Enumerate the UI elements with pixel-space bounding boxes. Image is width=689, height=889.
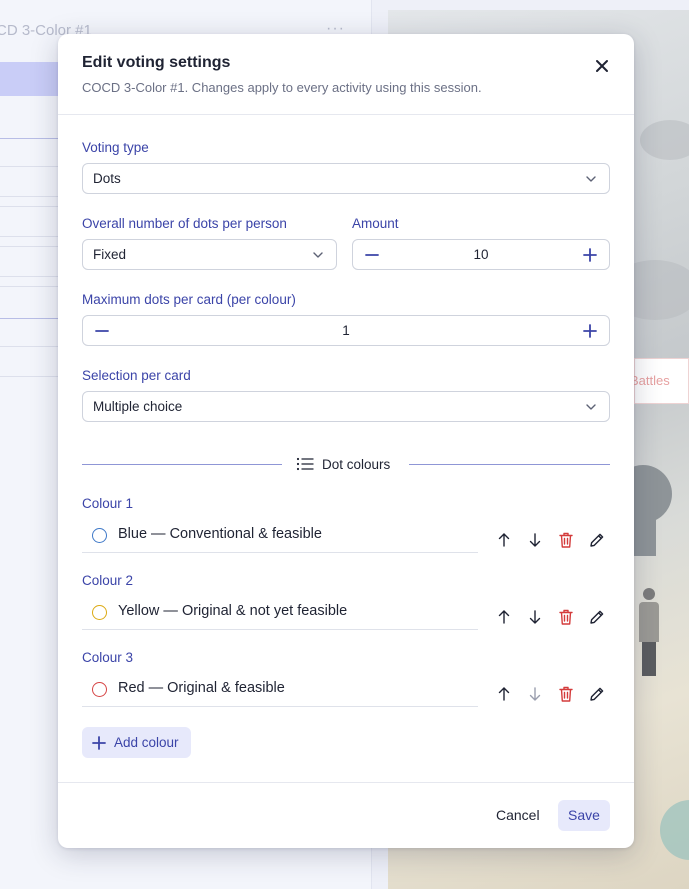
colour-3-name: Red — Original & feasible bbox=[118, 680, 285, 696]
selection-label: Selection per card bbox=[82, 368, 191, 383]
add-colour-label: Add colour bbox=[114, 735, 179, 750]
edit-button[interactable] bbox=[581, 682, 612, 706]
arrow-up-icon bbox=[498, 533, 509, 547]
max-dots-increment-button[interactable] bbox=[581, 322, 599, 340]
colour-3-actions bbox=[488, 682, 612, 706]
blue-dot-icon bbox=[92, 528, 107, 543]
dot-colours-label: Dot colours bbox=[322, 456, 391, 472]
modal-footer: Cancel Save bbox=[58, 782, 634, 848]
add-colour-button[interactable]: Add colour bbox=[82, 727, 191, 758]
plus-icon bbox=[583, 248, 597, 262]
pencil-icon bbox=[589, 533, 603, 547]
colour-2-label: Colour 2 bbox=[82, 573, 134, 588]
background-person bbox=[638, 588, 660, 678]
modal-header: Edit voting settings COCD 3-Color #1. Ch… bbox=[58, 34, 634, 115]
selection-value: Multiple choice bbox=[93, 399, 183, 414]
edit-button[interactable] bbox=[581, 605, 612, 629]
plus-icon bbox=[583, 324, 597, 338]
selection-select[interactable]: Multiple choice bbox=[82, 391, 610, 422]
move-up-button[interactable] bbox=[488, 605, 519, 629]
colour-1-label: Colour 1 bbox=[82, 496, 134, 511]
section-divider bbox=[409, 464, 610, 465]
dot-colours-heading: Dot colours bbox=[296, 456, 390, 472]
trash-icon bbox=[558, 609, 573, 625]
colour-2-actions bbox=[488, 605, 612, 629]
edit-button[interactable] bbox=[581, 528, 612, 552]
dots-per-person-label: Overall number of dots per person bbox=[82, 216, 287, 231]
move-up-button[interactable] bbox=[488, 682, 519, 706]
colour-1-actions bbox=[488, 528, 612, 552]
yellow-dot-icon bbox=[92, 605, 107, 620]
edit-voting-settings-modal: Edit voting settings COCD 3-Color #1. Ch… bbox=[58, 34, 634, 848]
arrow-up-icon bbox=[498, 687, 509, 701]
voting-type-value: Dots bbox=[93, 171, 121, 186]
delete-button[interactable] bbox=[550, 528, 581, 552]
move-up-button[interactable] bbox=[488, 528, 519, 552]
modal-subtitle: COCD 3-Color #1. Changes apply to every … bbox=[82, 80, 482, 95]
arrow-down-icon bbox=[529, 687, 540, 701]
plus-icon bbox=[92, 735, 106, 750]
trash-icon bbox=[558, 686, 573, 702]
colour-2-name: Yellow — Original & not yet feasible bbox=[118, 603, 348, 619]
background-card-text: Battles bbox=[630, 373, 670, 388]
cancel-button[interactable]: Cancel bbox=[486, 800, 550, 831]
pencil-icon bbox=[589, 687, 603, 701]
trash-icon bbox=[558, 532, 573, 548]
chevron-down-icon bbox=[586, 404, 596, 410]
delete-button[interactable] bbox=[550, 605, 581, 629]
save-button[interactable]: Save bbox=[558, 800, 610, 831]
section-divider bbox=[82, 464, 282, 465]
modal-title: Edit voting settings bbox=[82, 54, 231, 71]
colour-row-3: Red — Original & feasible bbox=[82, 673, 478, 707]
move-down-button[interactable] bbox=[519, 528, 550, 552]
pencil-icon bbox=[589, 610, 603, 624]
max-dots-stepper[interactable]: 1 bbox=[82, 315, 610, 346]
move-down-button[interactable] bbox=[519, 605, 550, 629]
max-dots-label: Maximum dots per card (per colour) bbox=[82, 292, 296, 307]
colour-1-name: Blue — Conventional & feasible bbox=[118, 526, 322, 542]
arrow-up-icon bbox=[498, 610, 509, 624]
dots-per-person-value: Fixed bbox=[93, 247, 127, 262]
delete-button[interactable] bbox=[550, 682, 581, 706]
amount-increment-button[interactable] bbox=[581, 246, 599, 264]
red-dot-icon bbox=[92, 682, 107, 697]
voting-type-label: Voting type bbox=[82, 140, 149, 155]
colour-row-2: Yellow — Original & not yet feasible bbox=[82, 596, 478, 630]
chevron-down-icon bbox=[586, 176, 596, 182]
move-down-button[interactable] bbox=[519, 682, 550, 706]
arrow-down-icon bbox=[529, 533, 540, 547]
chevron-down-icon bbox=[313, 252, 323, 258]
colour-3-label: Colour 3 bbox=[82, 650, 134, 665]
amount-label: Amount bbox=[352, 216, 399, 231]
dots-per-person-select[interactable]: Fixed bbox=[82, 239, 337, 270]
close-icon bbox=[596, 60, 608, 72]
list-icon bbox=[296, 457, 314, 471]
colour-row-1: Blue — Conventional & feasible bbox=[82, 519, 478, 553]
max-dots-value: 1 bbox=[342, 323, 350, 338]
close-button[interactable] bbox=[590, 54, 614, 78]
amount-value: 10 bbox=[473, 247, 489, 262]
amount-stepper[interactable]: 10 bbox=[352, 239, 610, 270]
arrow-down-icon bbox=[529, 610, 540, 624]
voting-type-select[interactable]: Dots bbox=[82, 163, 610, 194]
